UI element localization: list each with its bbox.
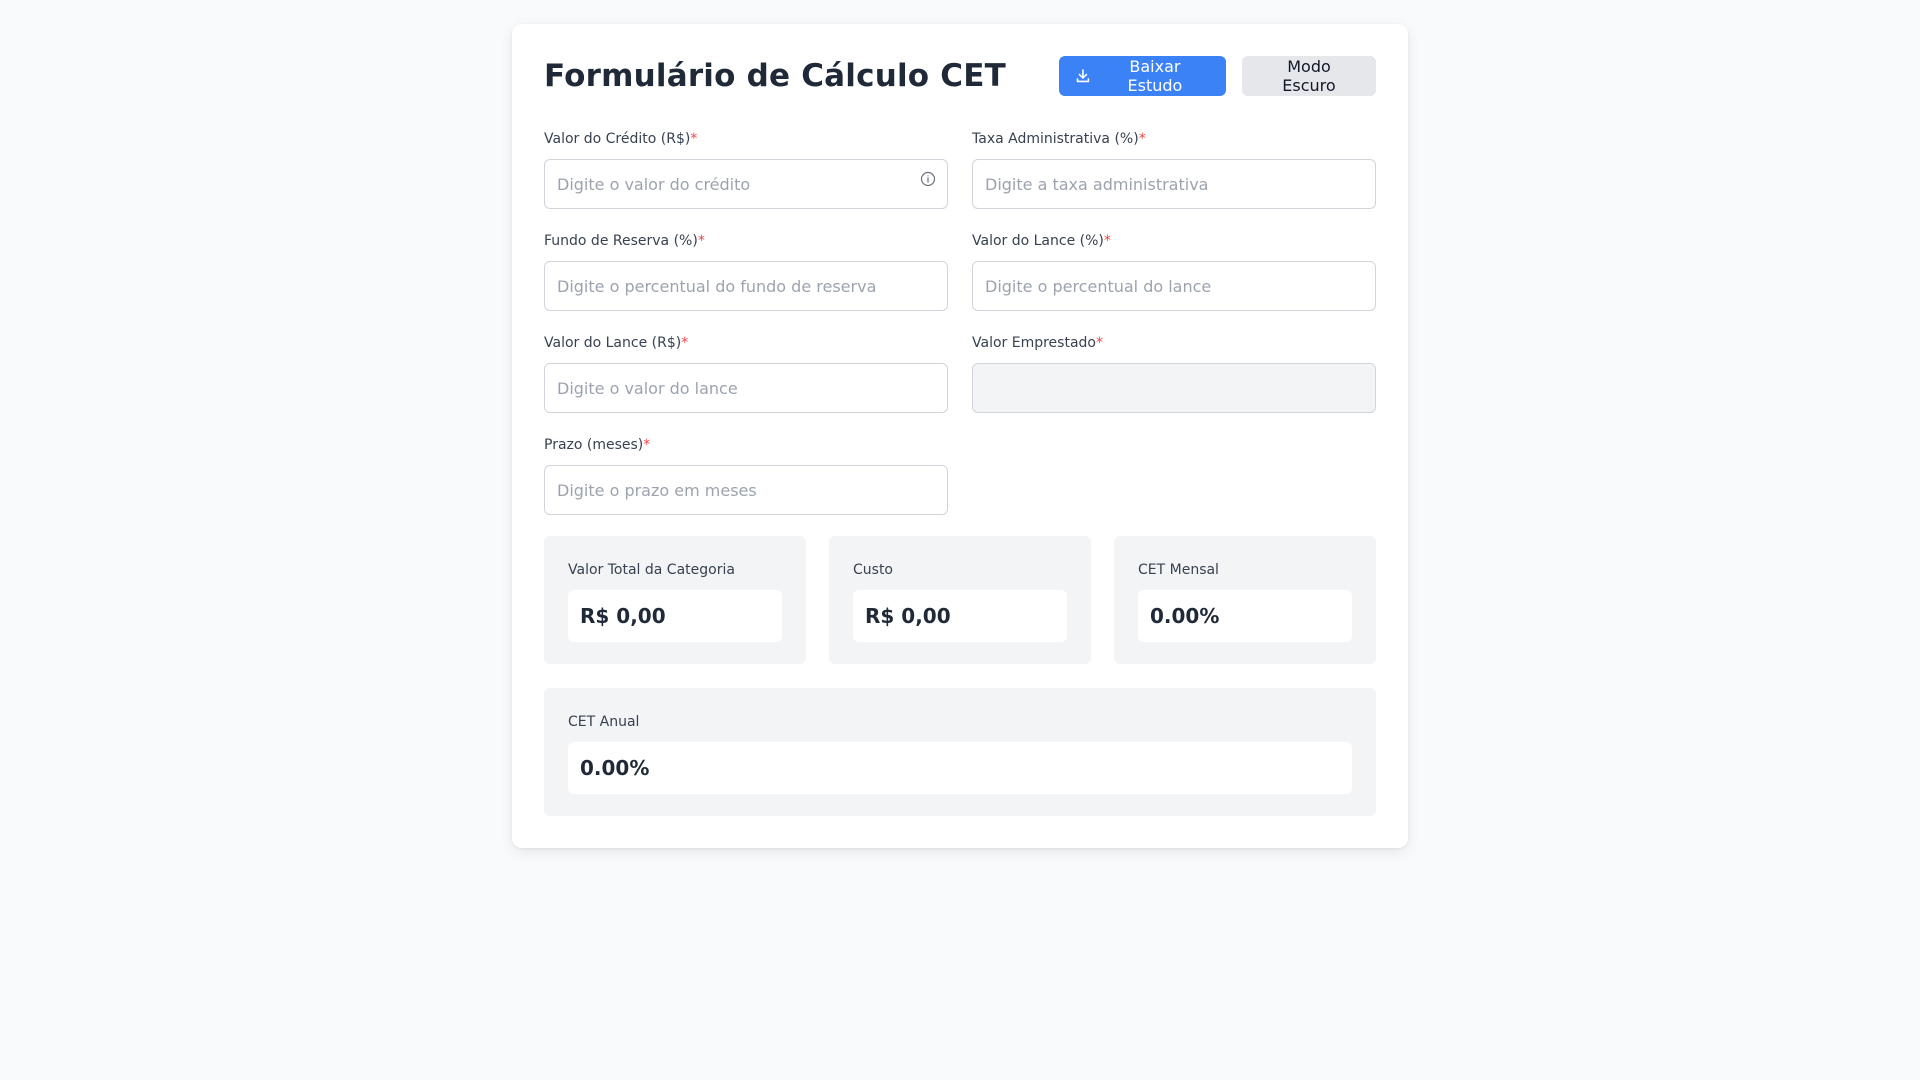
result-total-categoria: Valor Total da Categoria R$ 0,00 xyxy=(544,536,806,664)
cet-form-card: Formulário de Cálculo CET Baixar Estudo … xyxy=(512,24,1408,848)
header-actions: Baixar Estudo Modo Escuro xyxy=(1059,56,1376,96)
dark-mode-button[interactable]: Modo Escuro xyxy=(1242,56,1376,96)
page-title: Formulário de Cálculo CET xyxy=(544,58,1006,94)
download-icon xyxy=(1076,69,1090,83)
lance-pct-label: Valor do Lance (%)* xyxy=(972,233,1111,249)
field-fundo-reserva: Fundo de Reserva (%)* xyxy=(544,231,948,311)
custo-label: Custo xyxy=(853,562,893,578)
taxa-admin-input[interactable] xyxy=(972,159,1376,209)
download-study-button[interactable]: Baixar Estudo xyxy=(1059,56,1226,96)
result-cet-anual: CET Anual 0.00% xyxy=(544,688,1376,816)
fundo-reserva-input[interactable] xyxy=(544,261,948,311)
taxa-admin-label: Taxa Administrativa (%)* xyxy=(972,131,1146,147)
field-taxa-admin: Taxa Administrativa (%)* xyxy=(972,129,1376,209)
form-header: Formulário de Cálculo CET Baixar Estudo … xyxy=(544,56,1376,96)
valor-credito-input[interactable] xyxy=(544,159,948,209)
field-lance-pct: Valor do Lance (%)* xyxy=(972,231,1376,311)
cet-anual-value: 0.00% xyxy=(568,742,1352,794)
valor-emprestado-input xyxy=(972,363,1376,413)
field-prazo: Prazo (meses)* xyxy=(544,435,948,515)
result-custo: Custo R$ 0,00 xyxy=(829,536,1091,664)
valor-credito-label: Valor do Crédito (R$)* xyxy=(544,131,698,147)
lance-rs-input[interactable] xyxy=(544,363,948,413)
prazo-label: Prazo (meses)* xyxy=(544,437,651,453)
field-lance-rs: Valor do Lance (R$)* xyxy=(544,333,948,413)
result-cet-mensal: CET Mensal 0.00% xyxy=(1114,536,1376,664)
lance-pct-input[interactable] xyxy=(972,261,1376,311)
cet-anual-label: CET Anual xyxy=(568,714,640,730)
total-categoria-value: R$ 0,00 xyxy=(568,590,782,642)
total-categoria-label: Valor Total da Categoria xyxy=(568,562,735,578)
cet-mensal-value: 0.00% xyxy=(1138,590,1352,642)
cet-mensal-label: CET Mensal xyxy=(1138,562,1219,578)
fundo-reserva-label: Fundo de Reserva (%)* xyxy=(544,233,705,249)
download-study-label: Baixar Estudo xyxy=(1127,57,1183,95)
valor-emprestado-label: Valor Emprestado* xyxy=(972,335,1103,351)
info-icon[interactable] xyxy=(920,171,936,187)
field-valor-credito: Valor do Crédito (R$)* xyxy=(544,129,948,209)
lance-rs-label: Valor do Lance (R$)* xyxy=(544,335,689,351)
prazo-input[interactable] xyxy=(544,465,948,515)
field-valor-emprestado: Valor Emprestado* xyxy=(972,333,1376,413)
custo-value: R$ 0,00 xyxy=(853,590,1067,642)
